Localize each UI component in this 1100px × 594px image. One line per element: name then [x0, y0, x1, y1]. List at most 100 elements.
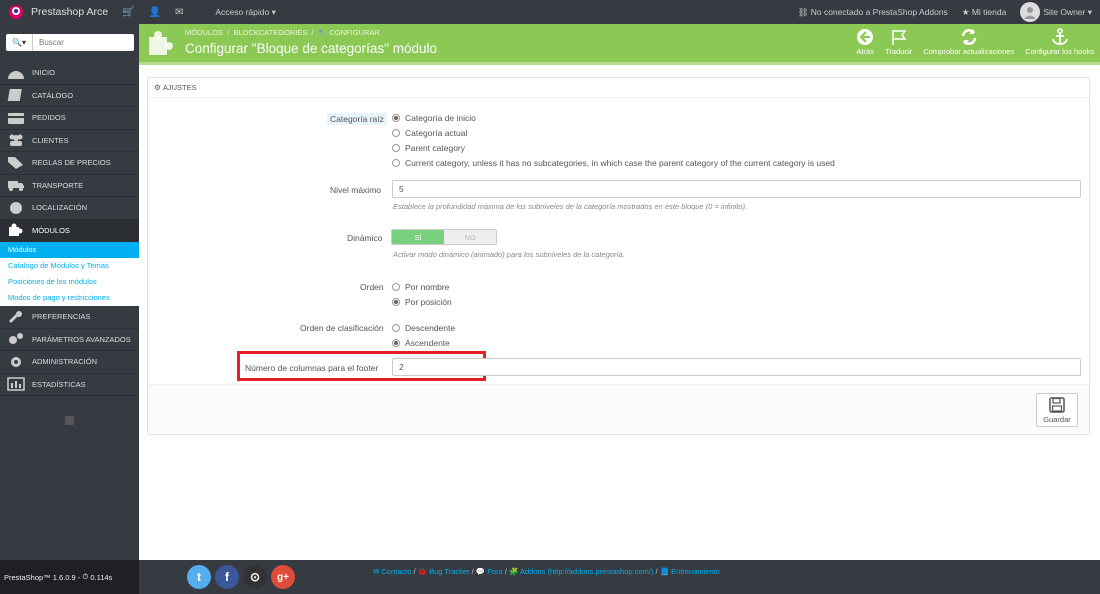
version-label: PrestaShop™ 1.6.0.9 -	[4, 572, 81, 582]
sidebar-item-estadisticas[interactable]: ESTADÍSTICAS	[0, 374, 139, 396]
manage-hooks-button[interactable]: Configurar los hooks	[1025, 27, 1094, 56]
root-option-parent[interactable]: Parent category	[392, 143, 465, 153]
sidebar-item-label: TRANSPORTE	[32, 180, 84, 190]
credit-card-icon	[5, 110, 27, 126]
shop-name-link[interactable]: Prestashop Arce	[31, 6, 108, 18]
sidebar-item-pedidos[interactable]: PEDIDOS	[0, 107, 139, 130]
cart-icon[interactable]: 🛒	[122, 7, 134, 18]
refresh-icon	[960, 27, 978, 47]
order-option-position[interactable]: Por posición	[392, 297, 452, 307]
order-option-name[interactable]: Por nombre	[392, 282, 449, 292]
flag-icon	[890, 27, 908, 47]
radio-label: Categoría actual	[405, 128, 468, 138]
quick-access-dropdown[interactable]: Acceso rápido ▾	[215, 7, 276, 18]
module-puzzle-icon	[147, 29, 175, 57]
bug-tracker-link[interactable]: Bug Tracker	[429, 567, 469, 576]
sidebar-submenu: Módulos Catalogo de Módulos y Temas Posi…	[0, 242, 139, 306]
github-icon[interactable]: ⊙	[243, 565, 267, 589]
sort-option-asc[interactable]: Ascendente	[392, 338, 450, 348]
sidebar-menu: INICIO CATÁLOGO PEDIDOS CLIENTES REGLAS …	[0, 62, 139, 396]
back-button[interactable]: Atrás	[856, 27, 874, 56]
contact-link[interactable]: Contacto	[381, 567, 411, 576]
order-label: Orden	[360, 282, 384, 292]
save-button[interactable]: Guardar	[1036, 393, 1078, 427]
max-level-input[interactable]: 5	[392, 180, 1081, 198]
book-icon: 📘	[659, 567, 669, 576]
radio-button[interactable]	[392, 129, 400, 137]
check-updates-button[interactable]: Comprobar actualizaciones	[923, 27, 1014, 56]
breadcrumb: MÓDULOS / BLOCKCATEGORIES / 🔧 CONFIGURAR	[185, 28, 380, 37]
prestashop-logo-icon[interactable]	[6, 2, 26, 22]
radio-button[interactable]	[392, 144, 400, 152]
submenu-item-modulos[interactable]: Módulos	[0, 242, 139, 258]
facebook-icon[interactable]: f	[215, 565, 239, 589]
submenu-item-modos-de-pago[interactable]: Modos de pago y restricciones	[0, 290, 139, 306]
sidebar-item-modulos[interactable]: MÓDULOS	[0, 219, 139, 242]
cogs-icon	[5, 331, 27, 347]
save-label: Guardar	[1043, 414, 1071, 424]
clock-icon: ⏱	[82, 572, 89, 581]
addons-status-link[interactable]: ⛓ No conectado a PrestaShop Addons	[798, 7, 948, 18]
comments-icon: 💬	[475, 567, 486, 576]
sidebar-item-administracion[interactable]: ADMINISTRACIÓN	[0, 351, 139, 374]
avatar	[1020, 2, 1041, 22]
sidebar-item-preferencias[interactable]: PREFERENCIAS	[0, 306, 139, 329]
panel-heading-label: AJUSTES	[162, 83, 197, 92]
training-link[interactable]: Entrenamiento	[671, 567, 720, 576]
envelope-icon[interactable]: ✉	[175, 7, 183, 18]
wrench-icon	[5, 309, 27, 325]
sidebar-item-catalogo[interactable]: CATÁLOGO	[0, 85, 139, 107]
toolbar-actions: Atrás Traducir Comprobar actualizaciones…	[856, 27, 1094, 56]
sidebar-item-transporte[interactable]: TRANSPORTE	[0, 175, 139, 197]
sidebar-item-parametros-avanzados[interactable]: PARÁMETROS AVANZADOS	[0, 329, 139, 351]
puzzle-icon	[5, 222, 27, 238]
collapse-sidebar-button[interactable]	[65, 416, 74, 425]
quick-access-label: Acceso rápido	[215, 6, 270, 17]
sort-option-desc[interactable]: Descendente	[392, 323, 455, 333]
user-icon[interactable]: 👤	[149, 7, 161, 18]
dynamic-yes-option[interactable]: SÍ	[392, 230, 444, 244]
dynamic-no-option[interactable]: NO	[444, 230, 496, 244]
google-plus-icon[interactable]: g+	[271, 565, 295, 589]
root-option-home[interactable]: Categoría de inicio	[392, 113, 476, 123]
panel-heading: ⚙ AJUSTES	[148, 78, 1089, 98]
manage-hooks-label: Configurar los hooks	[1025, 47, 1094, 56]
radio-button[interactable]	[392, 159, 400, 167]
search-input[interactable]	[33, 38, 128, 47]
sidebar-item-localizacion[interactable]: LOCALIZACIÓN	[0, 197, 139, 220]
radio-button[interactable]	[392, 339, 400, 347]
footer-columns-input[interactable]: 2	[392, 358, 1081, 376]
twitter-icon[interactable]: t	[187, 565, 211, 589]
search-box: 🔍▾	[6, 34, 134, 51]
submenu-item-catalogo[interactable]: Catalogo de Módulos y Temas	[0, 258, 139, 274]
wrench-icon: 🔧	[317, 28, 328, 37]
radio-button[interactable]	[392, 324, 400, 332]
footer-links: ✉ Contacto / 🐞 Bug Tracker / 💬 Foro / 🧩 …	[373, 567, 720, 576]
root-category-label: Categoría raíz	[327, 113, 387, 125]
radio-label: Por nombre	[405, 282, 450, 292]
root-option-current-unless[interactable]: Current category, unless it has no subca…	[392, 158, 835, 168]
dynamic-toggle[interactable]: SÍ NO	[391, 229, 497, 245]
breadcrumb-blockcategories[interactable]: BLOCKCATEGORIES	[233, 28, 307, 37]
dynamic-help: Activar modo dinámico (animado) para los…	[393, 250, 625, 259]
breadcrumb-modulos[interactable]: MÓDULOS	[185, 28, 223, 37]
timing-label: 0.114s	[90, 572, 113, 582]
search-scope-button[interactable]: 🔍▾	[6, 34, 33, 51]
addons-link[interactable]: Addons (http://addons.prestashop.com/)	[520, 567, 653, 576]
max-level-label: Nivel máximo	[330, 185, 382, 195]
cogs-icon: ⚙	[154, 83, 161, 92]
my-shop-link[interactable]: ★ Mi tienda	[962, 7, 1007, 18]
radio-button[interactable]	[392, 114, 400, 122]
submenu-item-posiciones[interactable]: Posiciones de los módulos	[0, 274, 139, 290]
forum-link[interactable]: Foro	[487, 567, 502, 576]
sidebar-item-clientes[interactable]: CLIENTES	[0, 130, 139, 152]
translate-button[interactable]: Traducir	[885, 27, 912, 56]
radio-button[interactable]	[392, 298, 400, 306]
sidebar-item-inicio[interactable]: INICIO	[0, 62, 139, 85]
root-option-current[interactable]: Categoría actual	[392, 128, 467, 138]
translate-label: Traducir	[885, 47, 913, 56]
sidebar-item-reglas-de-precios[interactable]: REGLAS DE PRECIOS	[0, 152, 139, 175]
radio-button[interactable]	[392, 283, 400, 291]
arrow-left-circle-icon	[856, 27, 874, 47]
user-menu-dropdown[interactable]: Site Owner ▾	[1020, 2, 1092, 22]
